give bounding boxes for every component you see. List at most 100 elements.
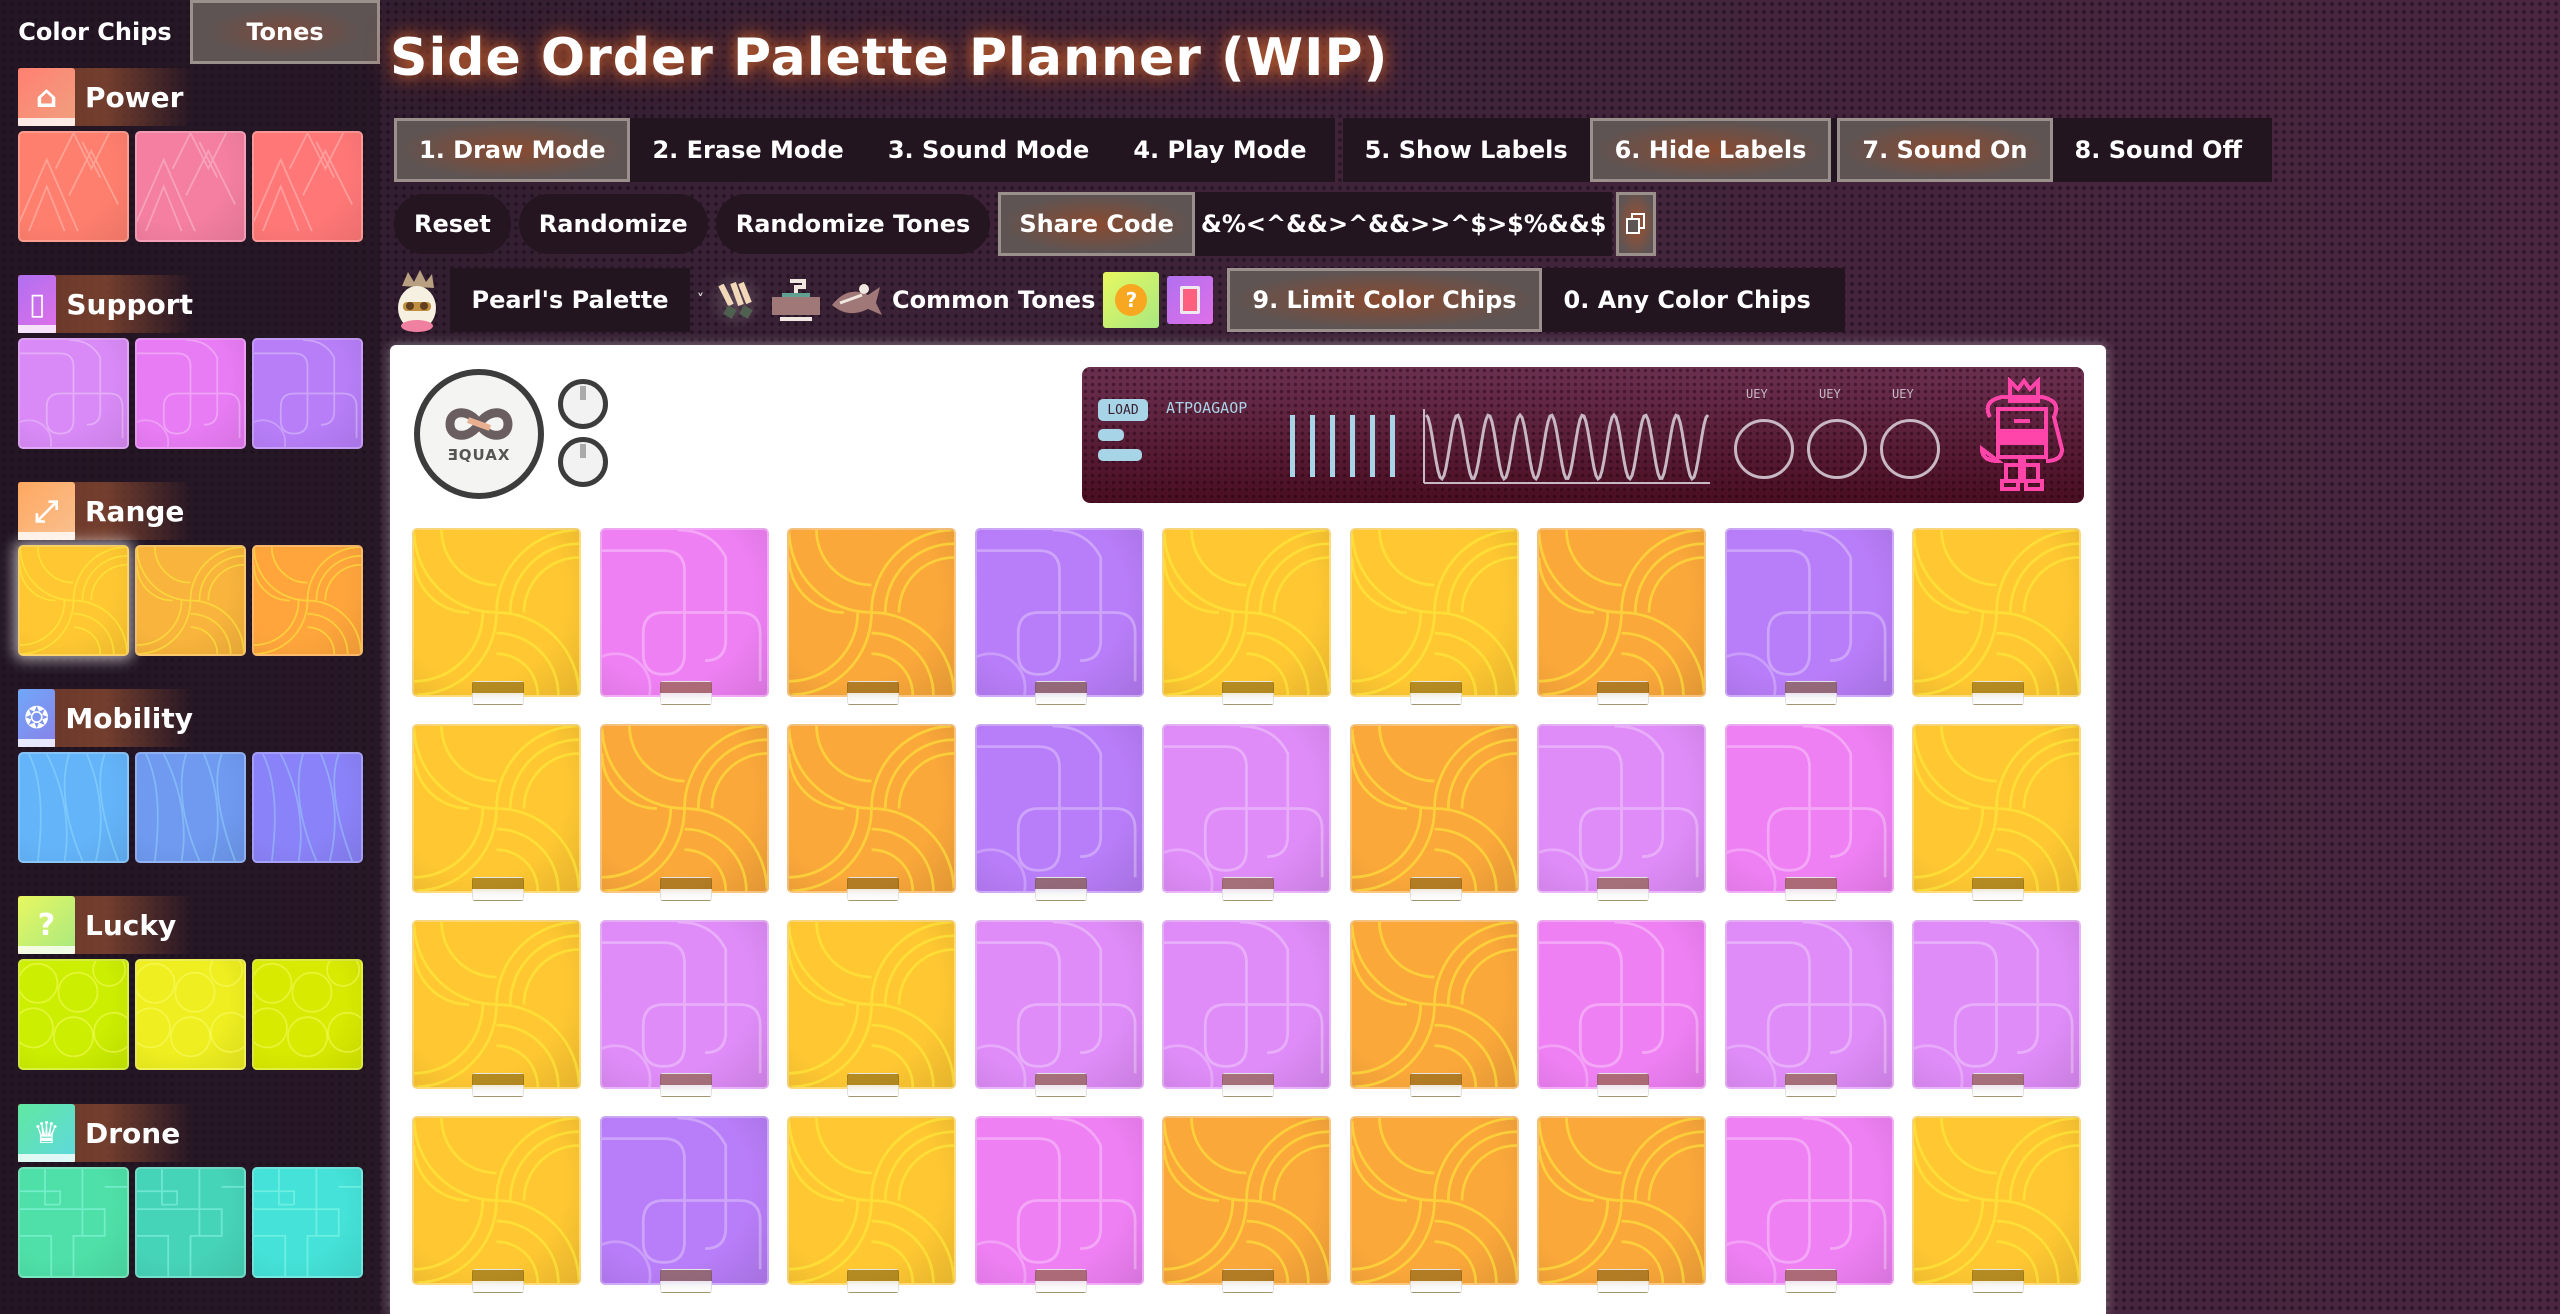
- any-color-chips-button[interactable]: 0. Any Color Chips: [1542, 268, 1833, 332]
- palette-tile[interactable]: [787, 528, 956, 705]
- randomize-button[interactable]: Randomize: [518, 194, 708, 254]
- palette-tile[interactable]: [974, 1116, 1144, 1293]
- palette-tile[interactable]: [412, 920, 581, 1097]
- palette-tile[interactable]: [787, 1116, 956, 1293]
- sound-on-button[interactable]: 7. Sound On: [1837, 118, 2053, 182]
- palette-tile[interactable]: [1912, 920, 2081, 1097]
- lucky-tone-icon[interactable]: ?: [1103, 272, 1160, 328]
- display-bar: [1390, 415, 1395, 477]
- color-chip[interactable]: [252, 338, 363, 449]
- palette-tile[interactable]: [1724, 920, 1894, 1097]
- palette-tile[interactable]: [1162, 920, 1331, 1097]
- reset-button[interactable]: Reset: [394, 194, 511, 254]
- main-knob[interactable]: ƎQUAX: [414, 369, 544, 499]
- tile-label-slot: [1597, 681, 1649, 705]
- display-pill-small: [1098, 429, 1124, 441]
- hide-labels-button[interactable]: 6. Hide Labels: [1589, 118, 1832, 182]
- palette-tile[interactable]: [1349, 724, 1519, 901]
- draw-mode-button[interactable]: 1. Draw Mode: [394, 118, 631, 182]
- circle-label: UEY: [1746, 387, 1768, 401]
- tab-color-chips[interactable]: Color Chips: [0, 0, 190, 64]
- palette-tile[interactable]: [1162, 1116, 1331, 1293]
- color-chip[interactable]: [18, 752, 129, 863]
- play-mode-button[interactable]: 4. Play Mode: [1111, 118, 1328, 182]
- mobility-chip-icon: ❂: [18, 689, 56, 747]
- sound-off-button[interactable]: 8. Sound Off: [2053, 118, 2265, 182]
- splatana-icon[interactable]: [706, 270, 766, 330]
- infinity-logo-icon: [445, 408, 513, 440]
- sound-mode-button[interactable]: 3. Sound Mode: [866, 118, 1111, 182]
- palette-tile[interactable]: [1349, 920, 1519, 1097]
- tab-tones[interactable]: Tones: [190, 0, 380, 64]
- share-code-value[interactable]: &%<^&&>^&&>>^$>$%&&$: [1194, 192, 1613, 256]
- limit-color-chips-button[interactable]: 9. Limit Color Chips: [1227, 268, 1542, 332]
- color-chip[interactable]: [18, 959, 129, 1070]
- palette-tile[interactable]: [1912, 1116, 2081, 1293]
- color-chip[interactable]: [135, 752, 246, 863]
- palette-tile[interactable]: [412, 1116, 581, 1293]
- color-chip[interactable]: [252, 1167, 363, 1278]
- color-chip[interactable]: [18, 545, 129, 656]
- palette-tile[interactable]: [1162, 724, 1331, 901]
- power-chip-icon: ⌂: [18, 68, 75, 126]
- category-name: Drone: [85, 1116, 181, 1150]
- tile-label-slot: [1222, 1073, 1274, 1097]
- color-chip[interactable]: [18, 1167, 129, 1278]
- synth-display: LOAD ATPOAGAOP UEY UEY UEY: [1082, 367, 2084, 503]
- tile-label-slot: [1034, 681, 1087, 705]
- palette-tile[interactable]: [1349, 1116, 1519, 1293]
- color-chip[interactable]: [252, 752, 363, 863]
- palette-tile[interactable]: [599, 1116, 769, 1293]
- tile-label-slot: [659, 877, 712, 901]
- palette-tile[interactable]: [599, 920, 769, 1097]
- copy-button[interactable]: [1616, 192, 1657, 256]
- color-chip[interactable]: [135, 338, 246, 449]
- palette-tile[interactable]: [974, 528, 1144, 705]
- knob-top[interactable]: [558, 379, 608, 429]
- palette-tile[interactable]: [599, 528, 769, 705]
- share-code-button[interactable]: Share Code: [998, 192, 1195, 256]
- tile-label-slot: [1409, 681, 1462, 705]
- palette-tile[interactable]: [787, 724, 956, 901]
- tile-label-slot: [1597, 1073, 1649, 1097]
- palette-tile[interactable]: [1162, 528, 1331, 705]
- palette-tile[interactable]: [1537, 528, 1706, 705]
- palette-tile[interactable]: [1349, 528, 1519, 705]
- roller-icon[interactable]: [766, 270, 826, 330]
- tile-label-slot: [847, 681, 899, 705]
- palette-tile[interactable]: [974, 920, 1144, 1097]
- palette-tile[interactable]: [974, 724, 1144, 901]
- palette-tile[interactable]: [1537, 920, 1706, 1097]
- palette-tile[interactable]: [1537, 724, 1706, 901]
- support-tone-icon[interactable]: [1167, 276, 1214, 324]
- color-chip[interactable]: [252, 545, 363, 656]
- color-chip[interactable]: [252, 959, 363, 1070]
- color-chip[interactable]: [135, 959, 246, 1070]
- palette-tile[interactable]: [1912, 528, 2081, 705]
- erase-mode-button[interactable]: 2. Erase Mode: [630, 118, 865, 182]
- show-labels-button[interactable]: 5. Show Labels: [1343, 118, 1590, 182]
- palette-tile[interactable]: [787, 920, 956, 1097]
- tile-label-slot: [659, 681, 712, 705]
- color-chip[interactable]: [135, 131, 246, 242]
- knob-bottom[interactable]: [558, 437, 608, 487]
- color-chip[interactable]: [252, 131, 363, 242]
- palette-tile[interactable]: [1724, 724, 1894, 901]
- color-chip[interactable]: [18, 131, 129, 242]
- palette-tile[interactable]: [1912, 724, 2081, 901]
- palette-select[interactable]: Pearl's Palette ˅: [450, 268, 704, 332]
- category-name: Power: [85, 80, 184, 114]
- palette-select-value: Pearl's Palette: [471, 286, 669, 314]
- pearl-avatar: [394, 268, 440, 332]
- randomize-tones-button[interactable]: Randomize Tones: [715, 194, 991, 254]
- color-chip[interactable]: [135, 1167, 246, 1278]
- palette-tile[interactable]: [412, 724, 581, 901]
- palette-tile[interactable]: [1724, 528, 1894, 705]
- palette-tile[interactable]: [1537, 1116, 1706, 1293]
- palette-tile[interactable]: [599, 724, 769, 901]
- fish-blaster-icon[interactable]: [826, 270, 886, 330]
- palette-tile[interactable]: [412, 528, 581, 705]
- color-chip[interactable]: [135, 545, 246, 656]
- color-chip[interactable]: [18, 338, 129, 449]
- palette-tile[interactable]: [1724, 1116, 1894, 1293]
